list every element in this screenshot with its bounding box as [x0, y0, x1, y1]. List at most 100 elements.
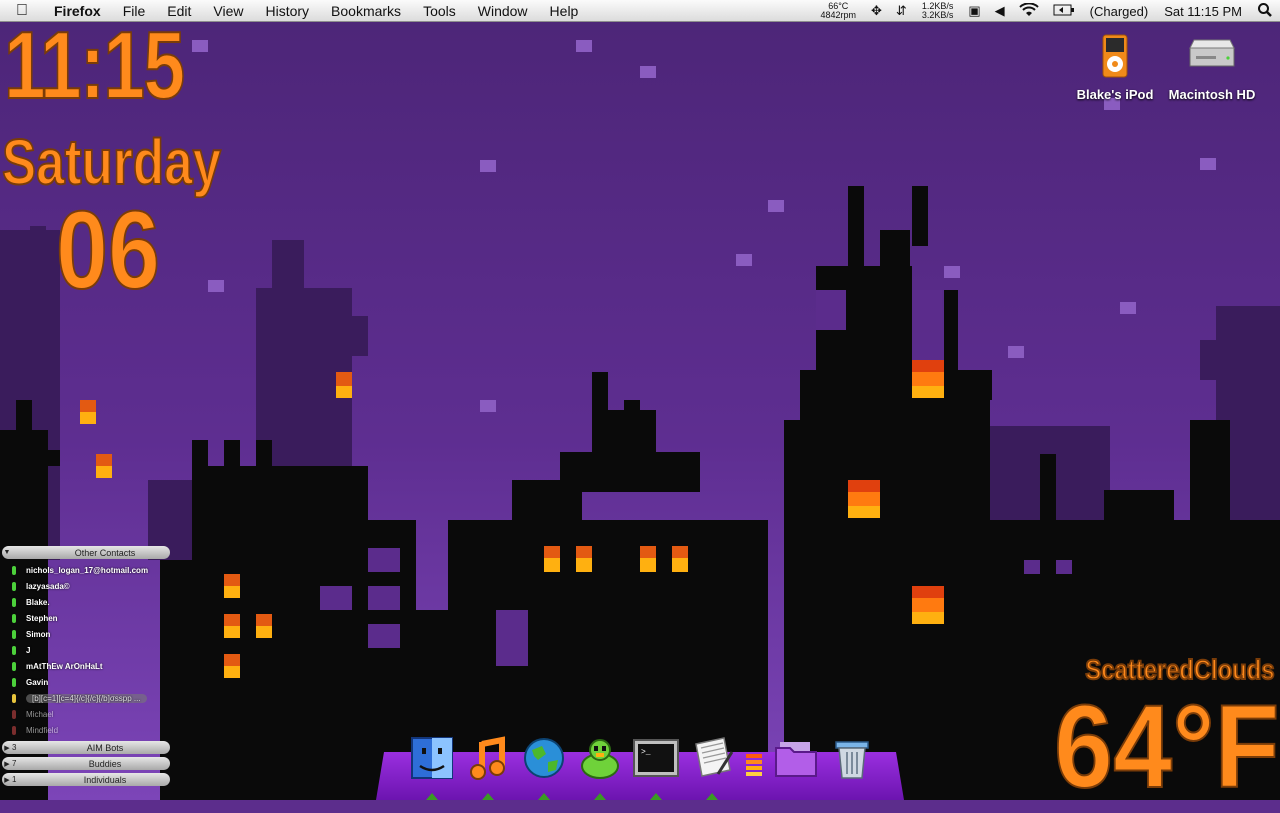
contact-name: lazyasada©: [26, 581, 70, 591]
desktop-icon-macintosh-hd[interactable]: Macintosh HD: [1162, 34, 1262, 102]
spotlight-search-icon[interactable]: [1250, 2, 1280, 21]
battery-icon[interactable]: [1046, 4, 1082, 19]
contact-name: [b][c=1][c=4]{/c]{/c]{/b]σsspp ...: [26, 693, 147, 703]
menu-view[interactable]: View: [202, 3, 254, 19]
apple-icon[interactable]: : [0, 2, 44, 20]
network-monitor[interactable]: 1.2KB/s 3.2KB/s: [914, 2, 962, 20]
dock-terminal[interactable]: >_: [628, 730, 684, 800]
menu-file[interactable]: File: [112, 3, 157, 19]
dock-stack[interactable]: [740, 730, 768, 786]
group-aim-bots[interactable]: ▶ 3 AIM Bots: [2, 741, 170, 754]
group-count: 7: [12, 759, 17, 768]
group-name: AIM Bots: [86, 742, 124, 753]
contact-item[interactable]: lazyasada©: [0, 578, 172, 594]
folder-icon: [775, 742, 817, 777]
contact-item[interactable]: mAtThEw ArOnHaLt: [0, 658, 172, 674]
menu-history[interactable]: History: [254, 3, 320, 19]
running-indicator: [650, 793, 662, 800]
contact-item[interactable]: [b][c=1][c=4]{/c]{/c]{/b]σsspp ...: [0, 690, 172, 706]
wifi-icon[interactable]: [1012, 1, 1046, 20]
terminal-icon: >_: [633, 739, 679, 777]
status-away-icon: [12, 725, 16, 735]
disclosure-right-icon[interactable]: ▶: [2, 776, 12, 784]
dock-itunes[interactable]: [460, 730, 516, 800]
contact-name: Gavin: [26, 677, 49, 687]
status-available-icon: [12, 677, 16, 687]
contact-name: Blake.: [26, 597, 50, 607]
group-name: Buddies: [88, 758, 122, 769]
group-buddies[interactable]: ▶ 7 Buddies: [2, 757, 170, 770]
status-available-icon: [12, 645, 16, 655]
svg-text:>_: >_: [641, 748, 651, 757]
status-available-icon: [12, 565, 16, 575]
dock-trash[interactable]: [824, 730, 880, 786]
running-indicator: [538, 793, 550, 800]
weather-condition: ScatteredClouds: [1084, 654, 1275, 685]
fan-speed: 4842rpm: [820, 10, 857, 20]
contact-name: Michael: [26, 709, 54, 719]
menu-clock[interactable]: Sat 11:15 PM: [1156, 4, 1250, 19]
contact-item[interactable]: Gavin: [0, 674, 172, 690]
desktop-icon-label: Macintosh HD: [1168, 87, 1256, 102]
menu-bookmarks[interactable]: Bookmarks: [320, 3, 412, 19]
group-name: Individuals: [83, 774, 127, 785]
contact-item[interactable]: Michael: [0, 706, 172, 722]
menu-tools[interactable]: Tools: [412, 3, 467, 19]
dock-network[interactable]: [516, 730, 572, 800]
desktop-icon-ipod[interactable]: Blake's iPod: [1065, 34, 1165, 102]
group-other-contacts[interactable]: ▼ Other Contacts: [2, 546, 170, 559]
dock-adium[interactable]: [572, 730, 628, 800]
dock-textedit[interactable]: [684, 730, 740, 800]
contact-name: Mindfield: [26, 725, 59, 735]
contact-item[interactable]: Simon: [0, 626, 172, 642]
network-arrows-icon[interactable]: ✥: [864, 3, 889, 19]
ipod-icon: [1102, 34, 1128, 78]
itunes-icon: [470, 736, 505, 780]
dock: >_: [404, 730, 880, 800]
contact-item[interactable]: J: [0, 642, 172, 658]
clock-widget-date: 06: [55, 189, 161, 312]
contact-name: Simon: [26, 629, 51, 639]
group-count: 3: [12, 743, 17, 752]
group-individuals[interactable]: ▶ 1 Individuals: [2, 773, 170, 786]
menu-edit[interactable]: Edit: [156, 3, 202, 19]
battery-status[interactable]: (Charged): [1082, 4, 1157, 19]
contact-item[interactable]: Stephen: [0, 610, 172, 626]
desktop-icon-label: Blake's iPod: [1076, 87, 1154, 102]
running-indicator: [706, 793, 718, 800]
net-down: 3.2KB/s: [921, 10, 954, 20]
contact-item[interactable]: Mindfield: [0, 722, 172, 738]
temperature-monitor[interactable]: 66°C 4842rpm: [812, 2, 864, 20]
contact-name: J: [26, 645, 31, 655]
textedit-icon: [695, 737, 734, 777]
disclosure-right-icon[interactable]: ▶: [2, 760, 12, 768]
status-idle-icon: [12, 693, 16, 703]
group-count: 1: [12, 775, 17, 784]
contact-name: Stephen: [26, 613, 58, 623]
status-available-icon: [12, 613, 16, 623]
dock-documents-folder[interactable]: [768, 730, 824, 786]
status-available-icon: [12, 597, 16, 607]
dock-finder[interactable]: [404, 730, 460, 800]
buddy-list: ▼ Other Contacts nichols_logan_17@hotmai…: [0, 546, 172, 789]
finder-icon: [411, 737, 453, 779]
menu-window[interactable]: Window: [467, 3, 539, 19]
menu-bar:  Firefox File Edit View History Bookmar…: [0, 0, 1280, 22]
contact-item[interactable]: nichols_logan_17@hotmail.com: [0, 562, 172, 578]
clock-widget-time: 11:15: [3, 12, 186, 119]
contact-item[interactable]: Blake.: [0, 594, 172, 610]
weather-temperature: 64°F: [1054, 681, 1280, 813]
running-indicator: [482, 793, 494, 800]
group-name: Other Contacts: [74, 547, 136, 558]
menu-app-name[interactable]: Firefox: [44, 3, 112, 19]
disclosure-right-icon[interactable]: ▶: [2, 744, 12, 752]
running-indicator: [426, 793, 438, 800]
display-icon[interactable]: ▣: [961, 3, 987, 19]
adium-duck-icon: [581, 739, 619, 779]
disclosure-down-icon[interactable]: ▼: [2, 549, 12, 556]
clock-widget-day: Saturday: [1, 126, 222, 198]
status-available-icon: [12, 629, 16, 639]
menu-help[interactable]: Help: [539, 3, 590, 19]
volume-icon[interactable]: ◀: [988, 3, 1012, 19]
hard-drive-icon: [1189, 39, 1235, 67]
